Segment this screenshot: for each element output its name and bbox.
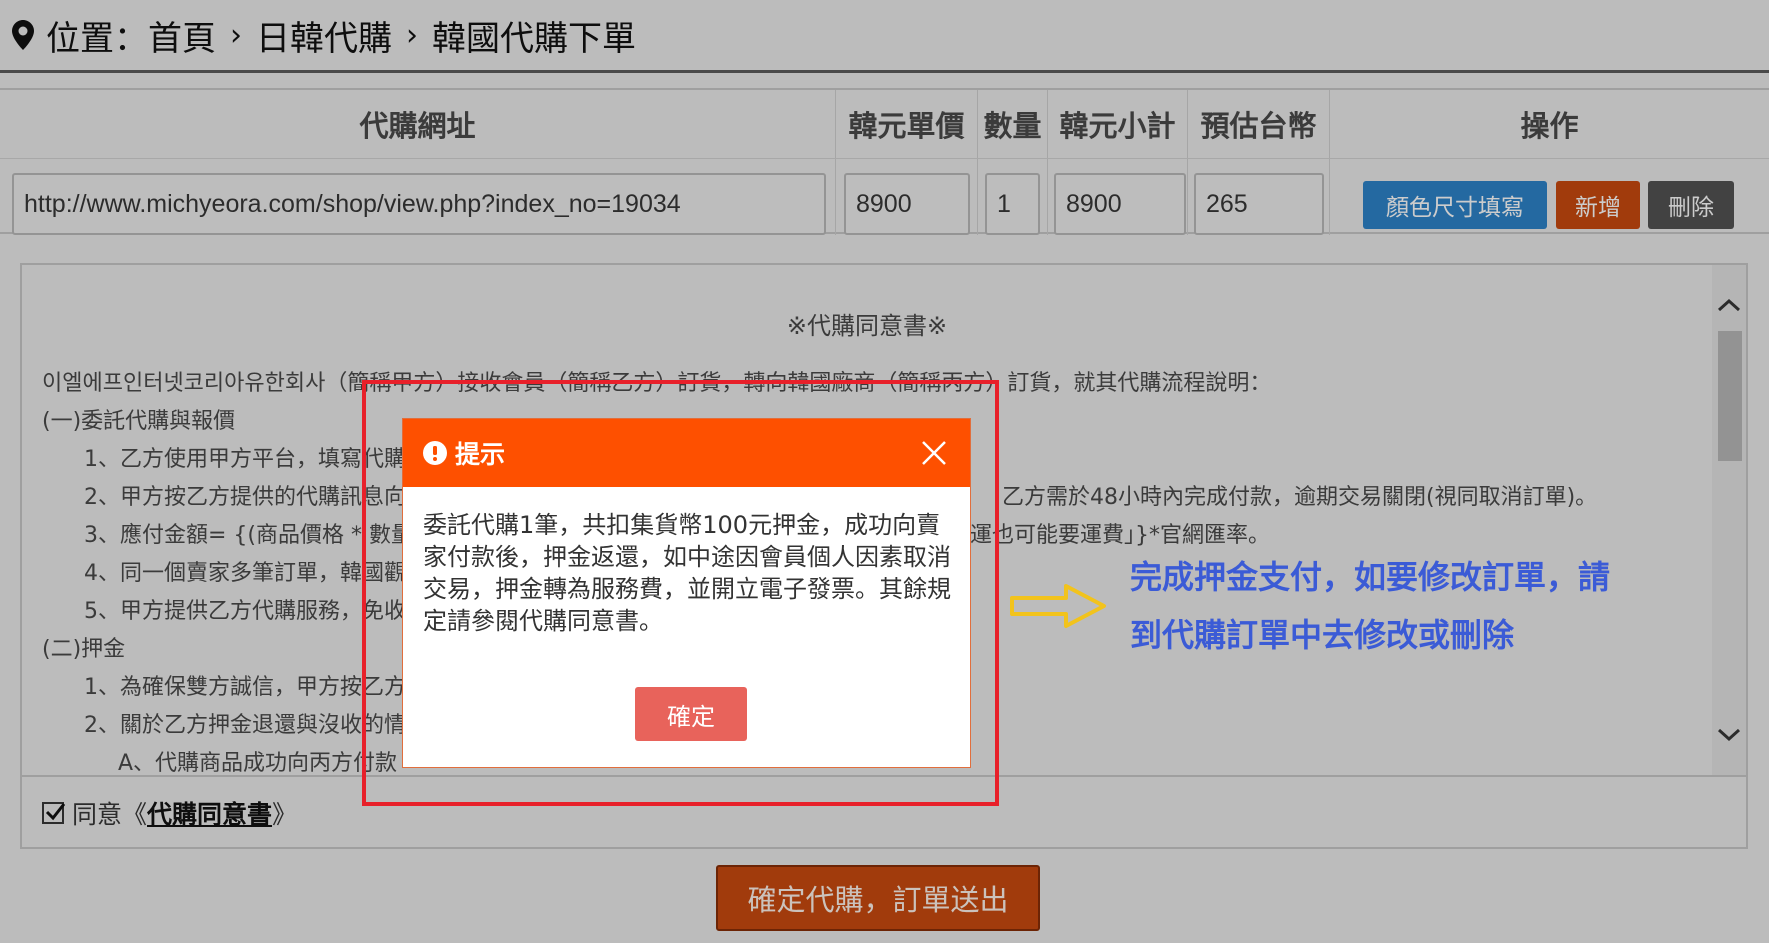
dialog-title: 提示: [455, 440, 506, 469]
alert-dialog: 提示 委託代購1筆，共扣集貨幣100元押金，成功向賣家付款後，押金返還，如中途因…: [403, 419, 970, 767]
arrow-right-icon: [1010, 584, 1106, 628]
exclamation-icon: [423, 441, 447, 465]
close-icon[interactable]: [920, 439, 948, 467]
annotation-text: 完成押金支付，如要修改訂單，請 到代購訂單中去修改或刪除: [1130, 548, 1610, 664]
dialog-message: 委託代購1筆，共扣集貨幣100元押金，成功向賣家付款後，押金返還，如中途因會員個…: [423, 511, 951, 635]
dialog-header: 提示: [403, 419, 970, 487]
annotation-line: 到代購訂單中去修改或刪除: [1130, 616, 1515, 654]
confirm-button[interactable]: 確定: [635, 687, 747, 741]
annotation-line: 完成押金支付，如要修改訂單，請: [1130, 558, 1611, 596]
